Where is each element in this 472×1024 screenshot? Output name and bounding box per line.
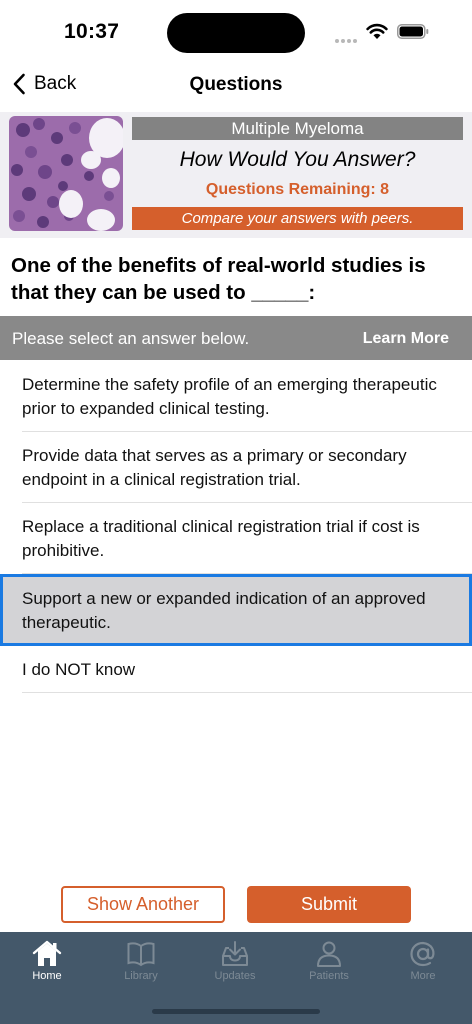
- tab-label: Updates: [214, 970, 256, 982]
- wifi-icon: [366, 23, 388, 39]
- submit-button[interactable]: Submit: [247, 886, 411, 923]
- tab-label: More: [410, 970, 436, 982]
- tab-updates[interactable]: Updates: [188, 932, 282, 992]
- battery-icon: [397, 24, 429, 39]
- questions-remaining: Questions Remaining: 8: [205, 181, 390, 198]
- histology-image: [9, 116, 123, 231]
- at-icon: [410, 941, 435, 967]
- answer-option[interactable]: I do NOT know: [22, 646, 472, 693]
- dynamic-island: [167, 13, 305, 53]
- home-icon: [32, 940, 62, 966]
- learn-more-link[interactable]: Learn More: [363, 330, 449, 348]
- answer-option[interactable]: Replace a traditional clinical registrat…: [22, 503, 472, 574]
- page-title: Questions: [189, 74, 283, 95]
- status-time: 10:37: [64, 20, 120, 43]
- answer-option[interactable]: Provide data that serves as a primary or…: [22, 432, 472, 503]
- person-icon: [317, 941, 341, 967]
- tab-label: Patients: [309, 970, 349, 982]
- cellular-signal-icon: [335, 30, 359, 43]
- tab-home[interactable]: Home: [0, 932, 94, 992]
- answer-prompt-bar: Please select an answer below. Learn Mor…: [0, 316, 472, 360]
- book-icon: [127, 942, 155, 967]
- tab-label: Library: [124, 970, 158, 982]
- answer-option[interactable]: Determine the safety profile of an emerg…: [22, 361, 472, 432]
- home-indicator: [152, 1009, 320, 1014]
- tab-patients[interactable]: Patients: [282, 932, 376, 992]
- tab-library[interactable]: Library: [94, 932, 188, 992]
- banner-heading: How Would You Answer?: [179, 148, 416, 171]
- prompt-instruction: Please select an answer below.: [12, 329, 250, 348]
- topic-banner: Multiple Myeloma How Would You Answer? Q…: [0, 112, 472, 238]
- status-bar: 10:37: [0, 0, 472, 64]
- answer-option-selected[interactable]: Support a new or expanded indication of …: [0, 574, 472, 646]
- answer-list: Determine the safety profile of an emerg…: [0, 361, 472, 693]
- navigation-bar: Back Questions: [0, 64, 472, 104]
- action-buttons: Show Another Submit: [0, 886, 472, 924]
- tab-label: Home: [32, 970, 62, 982]
- compare-banner: Compare your answers with peers.: [132, 207, 463, 230]
- question-text: One of the benefits of real-world studie…: [11, 254, 426, 304]
- topic-label: Multiple Myeloma: [132, 117, 463, 140]
- show-another-button[interactable]: Show Another: [61, 886, 225, 923]
- inbox-download-icon: [222, 941, 248, 966]
- tab-more[interactable]: More: [376, 932, 470, 992]
